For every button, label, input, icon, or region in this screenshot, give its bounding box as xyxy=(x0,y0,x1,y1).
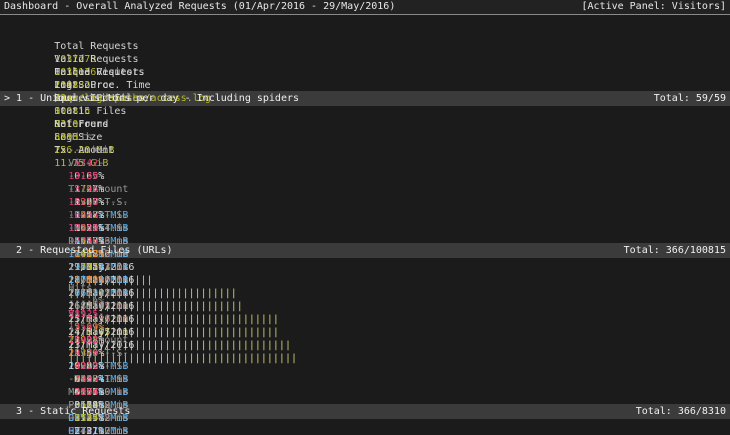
goaccess-dashboard: Dashboard - Overall Analyzed Requests (0… xyxy=(0,0,730,435)
panel1-header[interactable]: > 1 - Unique visitors per day - Includin… xyxy=(0,91,730,106)
summary-overview: Total Requests 1037278 Unique Visitors 1… xyxy=(0,27,730,79)
hits-cell: 12591 xyxy=(68,321,98,334)
hits-header: ----- xyxy=(68,295,98,308)
summary-label: Total Requests xyxy=(54,40,144,53)
dashboard-title: Dashboard - Overall Analyzed Requests (0… xyxy=(4,0,395,14)
panel2-title: 2 - Requested Files (URLs) xyxy=(4,243,173,258)
title-bar: Dashboard - Overall Analyzed Requests (0… xyxy=(0,0,730,15)
hits-cell: 4310 xyxy=(68,360,98,373)
hits-cell: 16482 xyxy=(68,334,98,347)
hits-cell: 17268 xyxy=(68,222,98,235)
hits-cell: 13135 xyxy=(68,170,98,183)
panel1-total: Total: 59/59 xyxy=(654,91,726,106)
hits-cell: 6742 xyxy=(68,157,98,170)
summary-row: Total Requests 1037278 Unique Visitors 1… xyxy=(0,27,730,40)
active-panel-indicator: [Active Panel: Visitors] xyxy=(582,0,727,14)
panel3-total: Total: 366/8310 xyxy=(636,404,726,419)
hits-cell: 9178 xyxy=(68,347,98,360)
hits-header: ----- xyxy=(68,144,98,157)
hits-cell: 16035 xyxy=(68,209,98,222)
panel3-header[interactable]: 3 - Static Requests Total: 366/8310 xyxy=(0,404,730,419)
visitors-percent-cell: 2.31% xyxy=(68,425,104,435)
visitors-cell: 1747 xyxy=(68,261,98,274)
hits-cell: 58925 xyxy=(68,308,98,321)
panel2-header[interactable]: 2 - Requested Files (URLs) Total: 366/10… xyxy=(0,243,730,258)
hits-cell: 7985 xyxy=(68,373,98,386)
hits-header: Hits xyxy=(68,282,98,295)
panel3-title: 3 - Static Requests xyxy=(4,404,130,419)
hits-cell: 13196 xyxy=(68,183,98,196)
hits-header: Hits xyxy=(68,131,98,144)
panel1-title: > 1 - Unique visitors per day - Includin… xyxy=(4,91,299,106)
panel2-total: Total: 366/100815 xyxy=(624,243,726,258)
summary-label: Valid Requests xyxy=(54,53,144,66)
summary-label: Failed Requests xyxy=(54,66,144,79)
hits-cell: 16216 xyxy=(68,196,98,209)
hits-cell: 2884 xyxy=(68,386,98,399)
